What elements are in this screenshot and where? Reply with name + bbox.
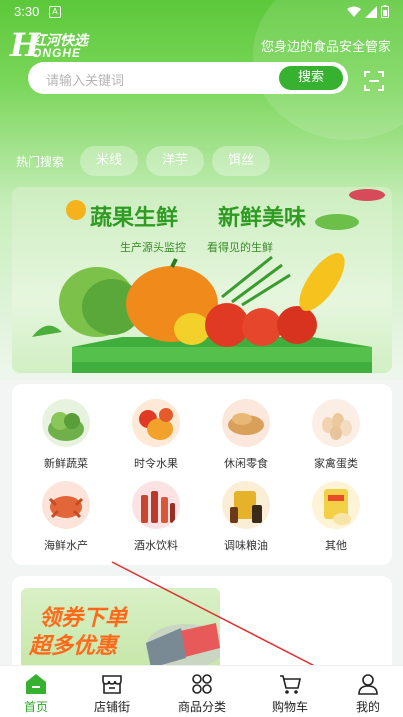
wifi-icon	[347, 6, 361, 17]
category-item[interactable]: 海鲜水产	[26, 481, 106, 553]
status-time: 3:30	[14, 4, 40, 19]
category-label: 休闲零食	[224, 457, 268, 470]
category-grid: 新鲜蔬菜 时令水果 休闲零食 家禽蛋类 海鲜水产 酒水饮料 调味粮油 其他	[12, 384, 392, 565]
hot-search-chip[interactable]: 饵丝	[212, 146, 271, 176]
slogan: 您身边的食品安全管家	[260, 40, 391, 55]
store-icon	[102, 675, 122, 694]
search-button[interactable]: 搜索	[279, 66, 343, 90]
category-item[interactable]: 休闲零食	[206, 399, 286, 471]
drinks-icon	[132, 481, 180, 529]
category-item[interactable]: 酒水饮料	[116, 481, 196, 553]
signal-icon	[365, 5, 377, 18]
category-label: 新鲜蔬菜	[44, 457, 88, 470]
home-icon	[26, 674, 46, 694]
condiments-icon	[222, 481, 270, 529]
banner-title-2: 新鲜美味	[218, 206, 307, 231]
status-bar: 3:30 A	[0, 0, 403, 24]
scan-icon[interactable]	[364, 71, 384, 91]
eggs-icon	[312, 399, 360, 447]
profile-icon	[358, 674, 378, 695]
banner-subtitle-1: 生产源头监控	[120, 241, 186, 254]
tab-home[interactable]: 首页	[0, 666, 76, 717]
bottom-tab-bar: 首页 店铺街 商品分类 购物车 我的	[0, 665, 403, 717]
category-icon	[192, 674, 212, 694]
tab-cart[interactable]: 购物车	[250, 666, 330, 717]
coupon-banner[interactable]: 领券下单 超多优惠	[21, 588, 220, 676]
logo-english: ONGHE	[32, 46, 82, 60]
hot-search-chip[interactable]: 米线	[80, 146, 139, 176]
banner-title-1: 蔬果生鲜	[90, 206, 179, 231]
tab-label: 购物车	[271, 700, 308, 714]
tab-profile[interactable]: 我的	[328, 666, 403, 717]
category-label: 海鲜水产	[44, 539, 88, 552]
promo-section: 领券下单 超多优惠	[12, 576, 392, 676]
category-item[interactable]: 调味粮油	[206, 481, 286, 553]
category-label: 时令水果	[134, 457, 178, 470]
fruit-icon	[132, 399, 180, 447]
hot-search-label: 热门搜索	[16, 154, 65, 169]
tab-store[interactable]: 店铺街	[72, 666, 152, 717]
category-label: 酒水饮料	[134, 539, 178, 552]
tab-label: 我的	[355, 700, 380, 714]
search-input[interactable]: 请输入关键词	[46, 70, 124, 89]
category-item[interactable]: 其他	[296, 481, 376, 553]
banner-subtitle-2: 看得见的生鲜	[207, 241, 273, 254]
tab-label: 首页	[23, 700, 48, 714]
battery-icon	[381, 5, 389, 18]
promo-line-2: 超多优惠	[29, 634, 118, 659]
hot-search: 热门搜索 米线 洋芋 饵丝	[16, 146, 278, 176]
tab-category[interactable]: 商品分类	[162, 666, 242, 717]
promo-banner[interactable]: 蔬果生鲜 新鲜美味 生产源头监控 看得见的生鲜	[12, 187, 392, 373]
notification-icon: A	[49, 6, 61, 18]
hot-search-chip[interactable]: 洋芋	[146, 146, 205, 176]
tab-label: 商品分类	[177, 700, 226, 714]
orange-decoration	[66, 200, 86, 220]
system-icons	[347, 5, 389, 18]
category-label: 家禽蛋类	[314, 457, 358, 470]
other-icon	[312, 481, 360, 529]
category-item[interactable]: 家禽蛋类	[296, 399, 376, 471]
search-bar[interactable]: 请输入关键词 搜索	[28, 62, 348, 94]
seafood-icon	[42, 481, 90, 529]
snacks-icon	[222, 399, 270, 447]
category-item[interactable]: 时令水果	[116, 399, 196, 471]
category-label: 调味粮油	[224, 539, 268, 552]
cart-icon	[280, 675, 301, 694]
app-logo: H 红河快选 ONGHE	[10, 28, 110, 62]
vegetables-icon	[42, 399, 90, 447]
category-item[interactable]: 新鲜蔬菜	[26, 399, 106, 471]
category-label: 其他	[325, 539, 347, 552]
tab-label: 店铺街	[93, 700, 130, 714]
